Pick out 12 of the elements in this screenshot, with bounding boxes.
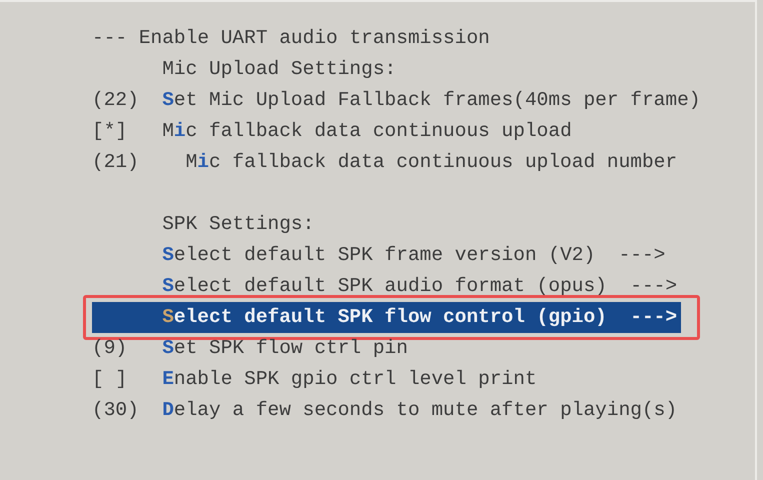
section-comment: SPK Settings: <box>161 212 314 237</box>
submenu-entry[interactable]: Select default SPK flow control (gpio) ---> <box>92 302 681 333</box>
menu-header: --- Enable UART audio transmission <box>92 26 490 51</box>
value-option[interactable]: (22) Set Mic Upload Fallback frames(40ms per frame) <box>92 85 700 116</box>
checkbox-option[interactable]: [ ] Enable SPK gpio ctrl level print <box>92 364 537 395</box>
submenu-entry[interactable]: Select default SPK audio format (opus) ---> <box>92 271 681 302</box>
checkbox-option[interactable]: [*] Mic fallback data continuous upload <box>92 116 572 147</box>
section-comment: Mic Upload Settings: <box>161 57 396 82</box>
value-option[interactable]: (9) Set SPK flow ctrl pin <box>92 333 408 364</box>
submenu-entry[interactable]: Select default SPK frame version (V2) ---> <box>92 240 669 271</box>
value-option[interactable]: (21) Mic fallback data continuous upload number <box>92 147 678 178</box>
value-option[interactable]: (30) Delay a few seconds to mute after playing(s) <box>92 395 678 426</box>
